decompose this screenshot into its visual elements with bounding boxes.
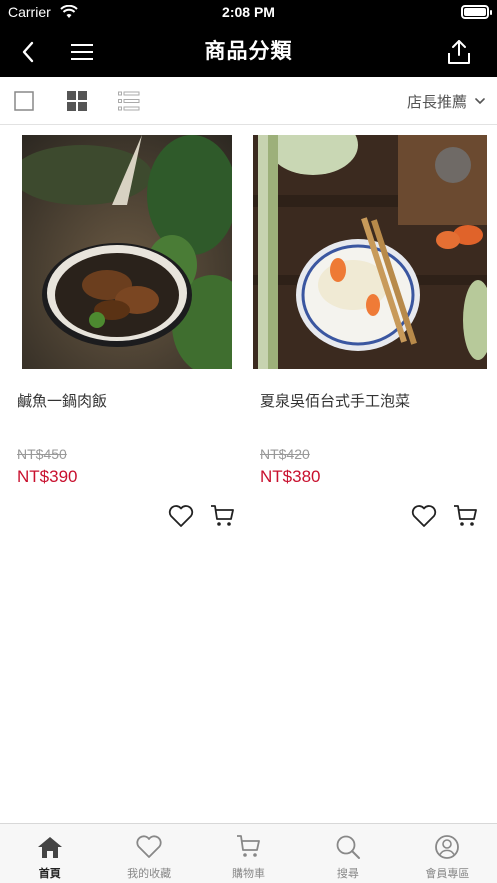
sort-label: 店長推薦 xyxy=(406,92,467,111)
product-name[interactable]: 夏泉吳佰台式手工泡菜 xyxy=(260,390,410,411)
bottom-tab-bar: 首頁 我的收藏 購物車 搜尋 會員專區 xyxy=(0,823,497,883)
tab-label: 我的收藏 xyxy=(127,867,172,880)
home-icon xyxy=(36,833,64,861)
status-bar: Carrier 2:08 PM xyxy=(0,0,497,26)
favorite-button[interactable] xyxy=(410,502,438,530)
product-card: 鹹魚一鍋肉飯 NT$450 NT$390 xyxy=(10,125,250,545)
navigation-bar: 商品分類 xyxy=(0,26,497,77)
tab-label: 搜尋 xyxy=(336,867,359,880)
view-list-button[interactable] xyxy=(117,89,141,113)
view-single-button[interactable] xyxy=(12,89,36,113)
chevron-left-icon xyxy=(22,41,34,62)
share-icon xyxy=(448,39,470,64)
tab-label: 會員專區 xyxy=(425,867,470,880)
cart-icon xyxy=(454,505,477,526)
status-time: 2:08 PM xyxy=(222,4,275,20)
search-icon xyxy=(334,833,362,861)
chevron-down-icon xyxy=(475,98,485,105)
heart-icon xyxy=(135,833,163,861)
list-icon xyxy=(118,91,140,111)
back-button[interactable] xyxy=(6,26,50,77)
menu-button[interactable] xyxy=(60,26,104,77)
original-price: NT$450 xyxy=(17,446,67,462)
original-price: NT$420 xyxy=(260,446,310,462)
square-icon xyxy=(14,91,34,111)
top-bar: Carrier 2:08 PM 商品分類 xyxy=(0,0,497,77)
product-image[interactable] xyxy=(253,135,487,369)
add-to-cart-button[interactable] xyxy=(452,502,480,530)
view-filter-bar: 店長推薦 xyxy=(0,77,497,125)
tab-favorites[interactable]: 我的收藏 xyxy=(99,824,198,883)
tab-cart[interactable]: 購物車 xyxy=(199,824,298,883)
share-button[interactable] xyxy=(437,26,481,77)
cart-icon xyxy=(235,833,263,861)
cart-icon xyxy=(211,505,234,526)
tab-label: 購物車 xyxy=(232,867,266,880)
heart-icon xyxy=(411,505,437,527)
tab-search[interactable]: 搜尋 xyxy=(298,824,397,883)
view-grid-button[interactable] xyxy=(65,89,89,113)
tab-member[interactable]: 會員專區 xyxy=(398,824,497,883)
heart-icon xyxy=(168,505,194,527)
sale-price: NT$390 xyxy=(17,467,78,486)
grid-icon xyxy=(67,91,87,111)
hamburger-icon xyxy=(71,43,93,60)
sort-dropdown[interactable]: 店長推薦 xyxy=(407,77,485,125)
user-icon xyxy=(433,833,461,861)
tab-home[interactable]: 首頁 xyxy=(0,824,99,883)
add-to-cart-button[interactable] xyxy=(209,502,237,530)
sale-price: NT$380 xyxy=(260,467,321,486)
tab-label: 首頁 xyxy=(38,867,61,880)
product-image[interactable] xyxy=(22,135,232,369)
favorite-button[interactable] xyxy=(167,502,195,530)
product-name[interactable]: 鹹魚一鍋肉飯 xyxy=(17,390,107,411)
battery-icon xyxy=(461,5,492,19)
product-card: 夏泉吳佰台式手工泡菜 NT$420 NT$380 xyxy=(252,125,492,545)
